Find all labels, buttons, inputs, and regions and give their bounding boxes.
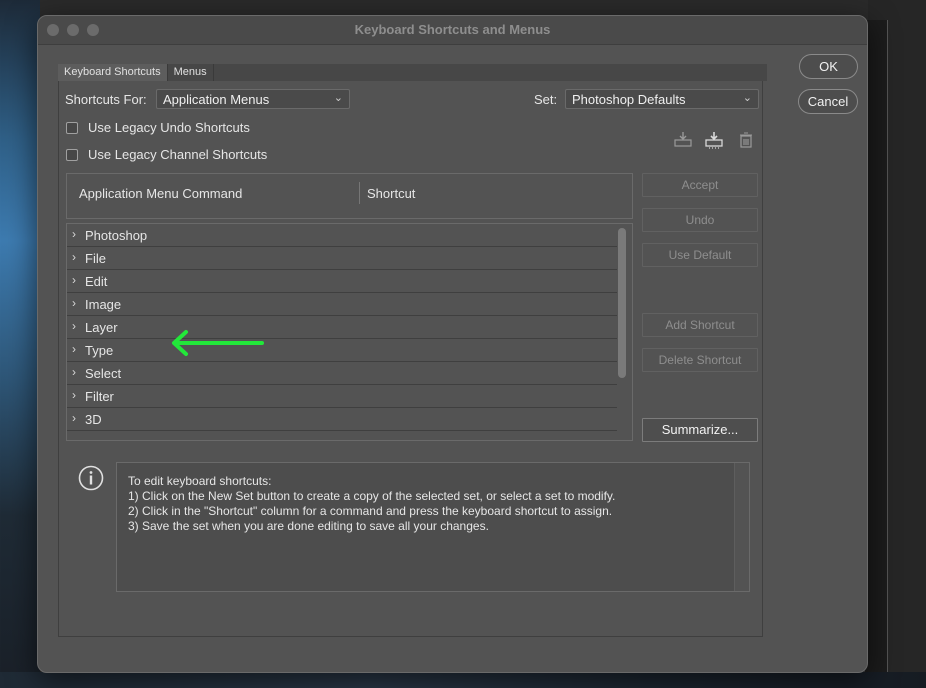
save-set-icon[interactable] <box>674 131 692 150</box>
chevron-right-icon[interactable]: › <box>72 319 76 333</box>
chevron-down-icon: ⌄ <box>333 92 343 104</box>
instructions-scrollbar[interactable] <box>734 463 749 591</box>
desktop-background <box>0 0 40 688</box>
table-row[interactable]: › 3D <box>67 408 617 431</box>
table-row[interactable]: › Type <box>67 339 617 362</box>
list-scrollbar[interactable] <box>618 228 626 378</box>
legacy-channel-checkbox[interactable] <box>66 149 78 161</box>
row-label: File <box>85 251 106 266</box>
column-header-command[interactable]: Application Menu Command <box>79 186 242 201</box>
shortcuts-for-select[interactable]: Application Menus ⌄ <box>156 89 350 109</box>
delete-set-icon[interactable] <box>739 132 753 151</box>
table-row[interactable]: › Image <box>67 293 617 316</box>
info-icon <box>78 465 104 491</box>
use-default-button[interactable]: Use Default <box>642 243 758 267</box>
row-label: Select <box>85 366 122 381</box>
tab-bar: Keyboard Shortcuts Menus <box>58 64 214 81</box>
instruction-line: To edit keyboard shortcuts: <box>128 474 272 488</box>
command-list[interactable]: › Photoshop › File › Edit › Image › Layer › Ty… <box>66 223 633 441</box>
table-header: Application Menu Command Shortcut <box>66 173 633 219</box>
chevron-right-icon[interactable]: › <box>72 388 76 402</box>
summarize-button[interactable]: Summarize... <box>642 418 758 442</box>
tab-keyboard-shortcuts[interactable]: Keyboard Shortcuts <box>58 64 168 81</box>
chevron-right-icon[interactable]: › <box>72 342 76 356</box>
undo-button[interactable]: Undo <box>642 208 758 232</box>
row-label: Photoshop <box>85 228 148 243</box>
cancel-button[interactable]: Cancel <box>798 89 858 114</box>
chevron-right-icon[interactable]: › <box>72 273 76 287</box>
row-label: Image <box>85 297 122 312</box>
chevron-right-icon[interactable]: › <box>72 411 76 425</box>
table-row[interactable]: › Edit <box>67 270 617 293</box>
instruction-line: 3) Save the set when you are done editin… <box>128 519 489 533</box>
chevron-right-icon[interactable]: › <box>72 227 76 241</box>
row-label: Layer <box>85 320 118 335</box>
row-label: Type <box>85 343 114 358</box>
table-row[interactable]: › File <box>67 247 617 270</box>
instruction-line: 2) Click in the "Shortcut" column for a … <box>128 504 613 518</box>
table-row[interactable]: › Photoshop <box>67 224 617 247</box>
keyboard-shortcuts-dialog: Keyboard Shortcuts and Menus Keyboard Sh… <box>37 15 868 673</box>
tab-menus[interactable]: Menus <box>167 64 214 81</box>
accept-button[interactable]: Accept <box>642 173 758 197</box>
instruction-line: 1) Click on the New Set button to create… <box>128 489 616 503</box>
column-divider[interactable] <box>359 182 360 204</box>
shortcuts-for-label: Shortcuts For: <box>65 92 147 107</box>
annotation-arrow-icon <box>172 330 264 356</box>
dialog-title: Keyboard Shortcuts and Menus <box>354 22 551 37</box>
chevron-right-icon[interactable]: › <box>72 365 76 379</box>
set-select[interactable]: Photoshop Defaults ⌄ <box>565 89 759 109</box>
title-bar[interactable]: Keyboard Shortcuts and Menus <box>38 16 867 45</box>
ok-button[interactable]: OK <box>799 54 858 79</box>
legacy-channel-label: Use Legacy Channel Shortcuts <box>88 147 268 162</box>
add-shortcut-button[interactable]: Add Shortcut <box>642 313 758 337</box>
table-row[interactable]: › Select <box>67 362 617 385</box>
set-value: Photoshop Defaults <box>572 92 686 107</box>
desktop-background-bottom <box>0 672 926 688</box>
instructions-box: To edit keyboard shortcuts: 1) Click on … <box>116 462 750 592</box>
delete-shortcut-button[interactable]: Delete Shortcut <box>642 348 758 372</box>
column-header-shortcut[interactable]: Shortcut <box>367 186 415 201</box>
row-label: Edit <box>85 274 108 289</box>
table-row[interactable]: › Layer <box>67 316 617 339</box>
set-label: Set: <box>534 92 558 107</box>
shortcuts-for-value: Application Menus <box>163 92 270 107</box>
chevron-right-icon[interactable]: › <box>72 250 76 264</box>
new-set-icon[interactable] <box>705 131 723 152</box>
row-label: Filter <box>85 389 114 404</box>
table-row[interactable]: › Filter <box>67 385 617 408</box>
chevron-down-icon: ⌄ <box>742 92 752 104</box>
legacy-undo-checkbox[interactable] <box>66 122 78 134</box>
row-label: 3D <box>85 412 102 427</box>
legacy-undo-label: Use Legacy Undo Shortcuts <box>88 120 250 135</box>
chevron-right-icon[interactable]: › <box>72 296 76 310</box>
